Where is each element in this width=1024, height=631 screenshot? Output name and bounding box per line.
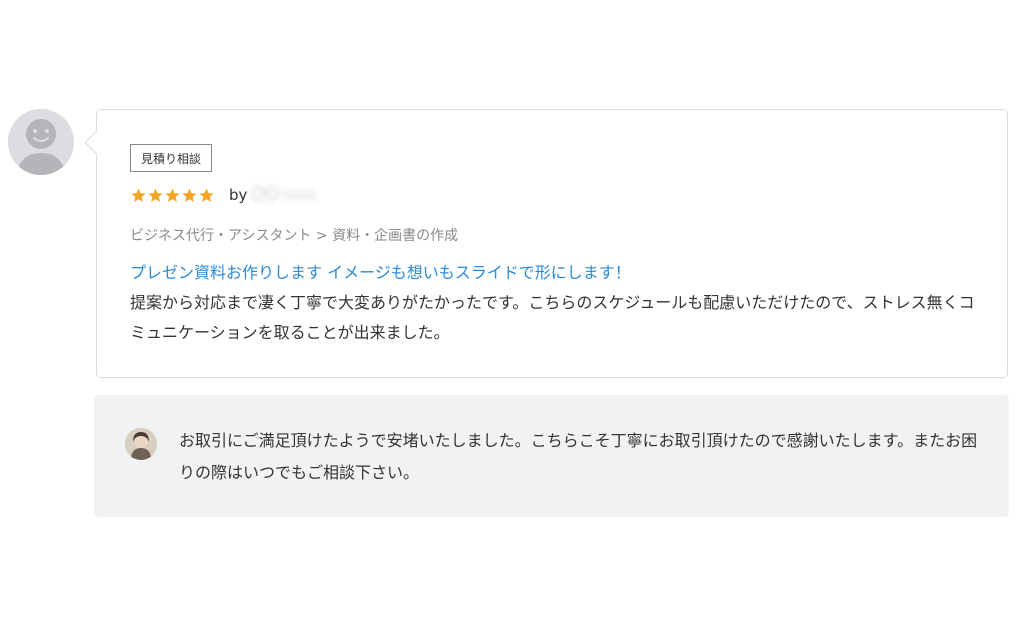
- speech-pointer: [84, 130, 109, 155]
- star-rating: [130, 187, 215, 204]
- service-title-link[interactable]: プレゼン資料お作りします イメージも想いもスライドで形にします！: [130, 260, 631, 286]
- rating-row: by 〇〇 ◇◇◇: [130, 185, 316, 205]
- star-icon: [199, 187, 214, 202]
- star-icon: [165, 187, 180, 202]
- seller-avatar-photo: [125, 428, 157, 460]
- service-category: ビジネス代行・アシスタント > 資料・企画書の作成: [130, 228, 459, 244]
- default-user-icon: [8, 109, 74, 175]
- seller-reply: お取引にご満足頂けたようで安堵いたしました。こちらこそ丁寧にお取引頂けたので感謝…: [94, 395, 1009, 517]
- reply-text: お取引にご満足頂けたようで安堵いたしました。こちらこそ丁寧にお取引頂けたので感謝…: [179, 431, 978, 482]
- reviewer-avatar[interactable]: [8, 109, 74, 175]
- seller-avatar[interactable]: [125, 428, 157, 460]
- quote-consultation-tag: 見積り相談: [130, 144, 213, 172]
- by-label: by: [229, 186, 248, 204]
- reviewer-name[interactable]: 〇〇 ◇◇◇: [251, 185, 316, 205]
- review-card: 見積り相談 by 〇〇 ◇◇◇ ビジネス代行・アシスタント > 資料・企画書の作…: [84, 109, 1008, 378]
- star-icon: [131, 187, 146, 202]
- review-page: 見積り相談 by 〇〇 ◇◇◇ ビジネス代行・アシスタント > 資料・企画書の作…: [0, 0, 1024, 631]
- review-text: 提案から対応まで凄く丁寧で大変ありがたかったです。こちらのスケジュールも配慮いた…: [130, 293, 975, 342]
- star-icon: [182, 187, 197, 202]
- star-icon: [148, 187, 163, 202]
